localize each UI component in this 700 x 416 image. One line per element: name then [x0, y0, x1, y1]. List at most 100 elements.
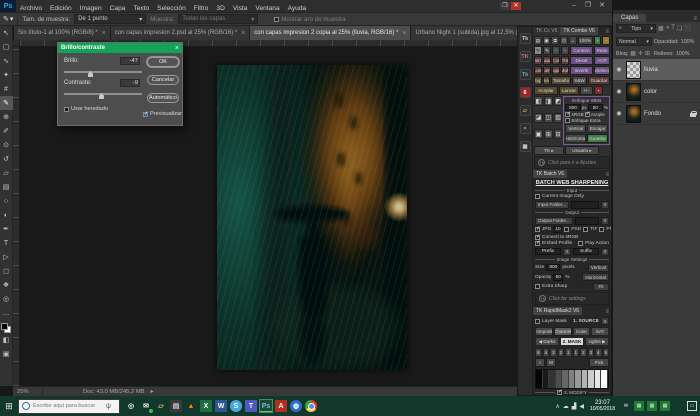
- search-input[interactable]: [33, 403, 103, 409]
- close-tab-icon[interactable]: ×: [102, 30, 106, 37]
- history-brush-tool[interactable]: ↺: [0, 152, 13, 166]
- zone-number-button[interactable]: 5: [535, 348, 542, 357]
- mask-icon-2[interactable]: ◨: [544, 96, 553, 106]
- darks-button[interactable]: ◀ Darks: [535, 337, 559, 346]
- menu-item[interactable]: Archivo: [16, 5, 46, 12]
- mask-icon-4[interactable]: ◪: [534, 113, 543, 123]
- layer-filter-select[interactable]: ⌕ Tipo ▾: [616, 24, 656, 33]
- notepad-app[interactable]: ▤: [170, 400, 182, 412]
- volume-icon[interactable]: ◀: [579, 403, 584, 410]
- vlc-app[interactable]: ▲: [185, 400, 197, 412]
- brightness-slider[interactable]: [64, 71, 142, 73]
- png-checkbox[interactable]: [599, 227, 604, 232]
- lock-option-icon[interactable]: ⊞: [645, 50, 650, 57]
- embed-profile-checkbox[interactable]: [535, 241, 540, 246]
- opacity-field[interactable]: 50: [553, 274, 563, 281]
- composite-button[interactable]: Composite: [535, 327, 553, 336]
- zoom-100-button[interactable]: 100%: [578, 36, 593, 45]
- filter-type-icon[interactable]: ◑: [666, 25, 670, 32]
- zoom-level-field[interactable]: 25%: [13, 387, 43, 396]
- suffix-field[interactable]: Suffix: [573, 248, 599, 255]
- mask-icon-5[interactable]: ◫: [544, 113, 553, 123]
- zone-key[interactable]: [601, 370, 608, 388]
- zoom-in-button[interactable]: +: [594, 36, 602, 45]
- menu-item[interactable]: Ayuda: [284, 5, 311, 12]
- prefix-field[interactable]: Prefix: [535, 248, 561, 255]
- blend-mode-select[interactable]: Normal ▾: [616, 37, 652, 46]
- input-folder-field[interactable]: [571, 201, 599, 209]
- tamano-button[interactable]: Tamaño: [551, 76, 571, 85]
- clear-prefix-button[interactable]: X: [563, 248, 571, 256]
- zone-number-button[interactable]: 2: [558, 348, 565, 357]
- layer-thumbnail[interactable]: [626, 61, 641, 79]
- open-button[interactable]: ▤: [534, 36, 542, 45]
- lock-option-icon[interactable]: ✛: [638, 50, 643, 57]
- shape-tool[interactable]: ◻: [0, 264, 13, 278]
- network-icon[interactable]: ▟: [572, 403, 577, 410]
- taskbar-clock[interactable]: 23:07 10/05/2018: [590, 400, 615, 412]
- layer-row-fondo[interactable]: ◉ Fondo: [613, 103, 700, 125]
- layer-name[interactable]: lluvia: [644, 67, 658, 73]
- plusminus-button[interactable]: +/−: [580, 86, 593, 95]
- grid-panel-icon[interactable]: ▦: [520, 141, 531, 152]
- cancel-button[interactable]: Cancelar: [147, 75, 179, 85]
- suave-button[interactable]: Suave: [543, 56, 551, 65]
- batch-settings-bar[interactable]: Tk Click for settings: [535, 292, 609, 305]
- lock-option-icon[interactable]: ▦: [630, 50, 636, 57]
- menu-item[interactable]: Capa: [106, 5, 130, 12]
- healing-brush-tool[interactable]: ⊕: [0, 110, 13, 124]
- document-tab[interactable]: con capas impresion 2 copia al 25% (lluv…: [250, 26, 411, 40]
- excel-app[interactable]: X: [200, 400, 212, 412]
- taskbar-search[interactable]: ψ: [18, 399, 120, 414]
- filter-type-icon[interactable]: ▦: [658, 25, 664, 32]
- move-tool[interactable]: ↖: [0, 26, 13, 40]
- zone-number-button[interactable]: 3: [550, 348, 557, 357]
- pen-tool[interactable]: ✒: [0, 222, 13, 236]
- web-pct-field[interactable]: 50: [588, 104, 603, 111]
- input-folder-button[interactable]: Input Folder...: [535, 201, 569, 209]
- brush-white-button[interactable]: ✎: [543, 46, 551, 55]
- mask-icon-1[interactable]: ◧: [534, 96, 543, 106]
- zone-number-button[interactable]: 5: [603, 348, 610, 357]
- lights-button[interactable]: Lights ▶: [585, 337, 609, 346]
- skype-app[interactable]: S: [230, 400, 242, 412]
- use-legacy-checkbox[interactable]: Usar heredado: [64, 106, 108, 112]
- folder-panel-icon[interactable]: ▱: [520, 105, 531, 116]
- mask-icon-8[interactable]: ⊞: [544, 129, 553, 139]
- file-explorer-app[interactable]: ▱: [155, 400, 167, 412]
- current-image-checkbox[interactable]: Current Image Only: [535, 194, 609, 199]
- tab-layers[interactable]: Capas: [613, 14, 646, 22]
- close-source-button[interactable]: X: [601, 317, 609, 325]
- acrobat-app[interactable]: A: [275, 400, 287, 412]
- dodge-tool[interactable]: ◐: [0, 208, 13, 222]
- psd-checkbox[interactable]: [564, 227, 569, 232]
- zone-number-button[interactable]: 3: [588, 348, 595, 357]
- mail-app[interactable]: ✉: [140, 400, 152, 412]
- microphone-icon[interactable]: ψ: [106, 403, 111, 410]
- type-tool[interactable]: T: [0, 236, 13, 250]
- sup-button[interactable]: Sup: [534, 76, 542, 85]
- extra-sharp-checkbox[interactable]: [535, 284, 540, 289]
- new-doc-button[interactable]: ▣: [543, 36, 551, 45]
- panel-menu-icon[interactable]: ≡: [693, 16, 700, 22]
- tk-panel-icon-3[interactable]: Tk: [520, 69, 531, 80]
- tk-settings-bar[interactable]: Tk Click para ir a Ajustes: [534, 156, 610, 169]
- blur-tool[interactable]: ○: [0, 194, 13, 208]
- restore-button[interactable]: ❐: [581, 0, 595, 12]
- document-tab[interactable]: Sin título-1 al 100% (RGB/8) * ×: [14, 26, 111, 40]
- sat-button[interactable]: SAT: [591, 327, 609, 336]
- start-button[interactable]: ⊞: [0, 396, 18, 416]
- color-swatches[interactable]: [1, 323, 11, 333]
- restore-window-button[interactable]: ❐: [500, 2, 510, 10]
- chevron-right-icon[interactable]: ▸: [151, 389, 154, 395]
- brush-black-button[interactable]: ✎: [534, 46, 542, 55]
- word-app[interactable]: W: [215, 400, 227, 412]
- close-dialog-icon[interactable]: ×: [175, 45, 179, 52]
- chrome-app[interactable]: [305, 400, 317, 412]
- menu-item[interactable]: Selección: [153, 5, 190, 12]
- clear-output-button[interactable]: X: [601, 217, 609, 225]
- eyedropper-tool[interactable]: ✎: [0, 96, 13, 110]
- color-button[interactable]: Color: [573, 327, 591, 336]
- tif-checkbox[interactable]: [583, 227, 588, 232]
- tool-preset-picker[interactable]: ✎ ▾: [3, 13, 18, 25]
